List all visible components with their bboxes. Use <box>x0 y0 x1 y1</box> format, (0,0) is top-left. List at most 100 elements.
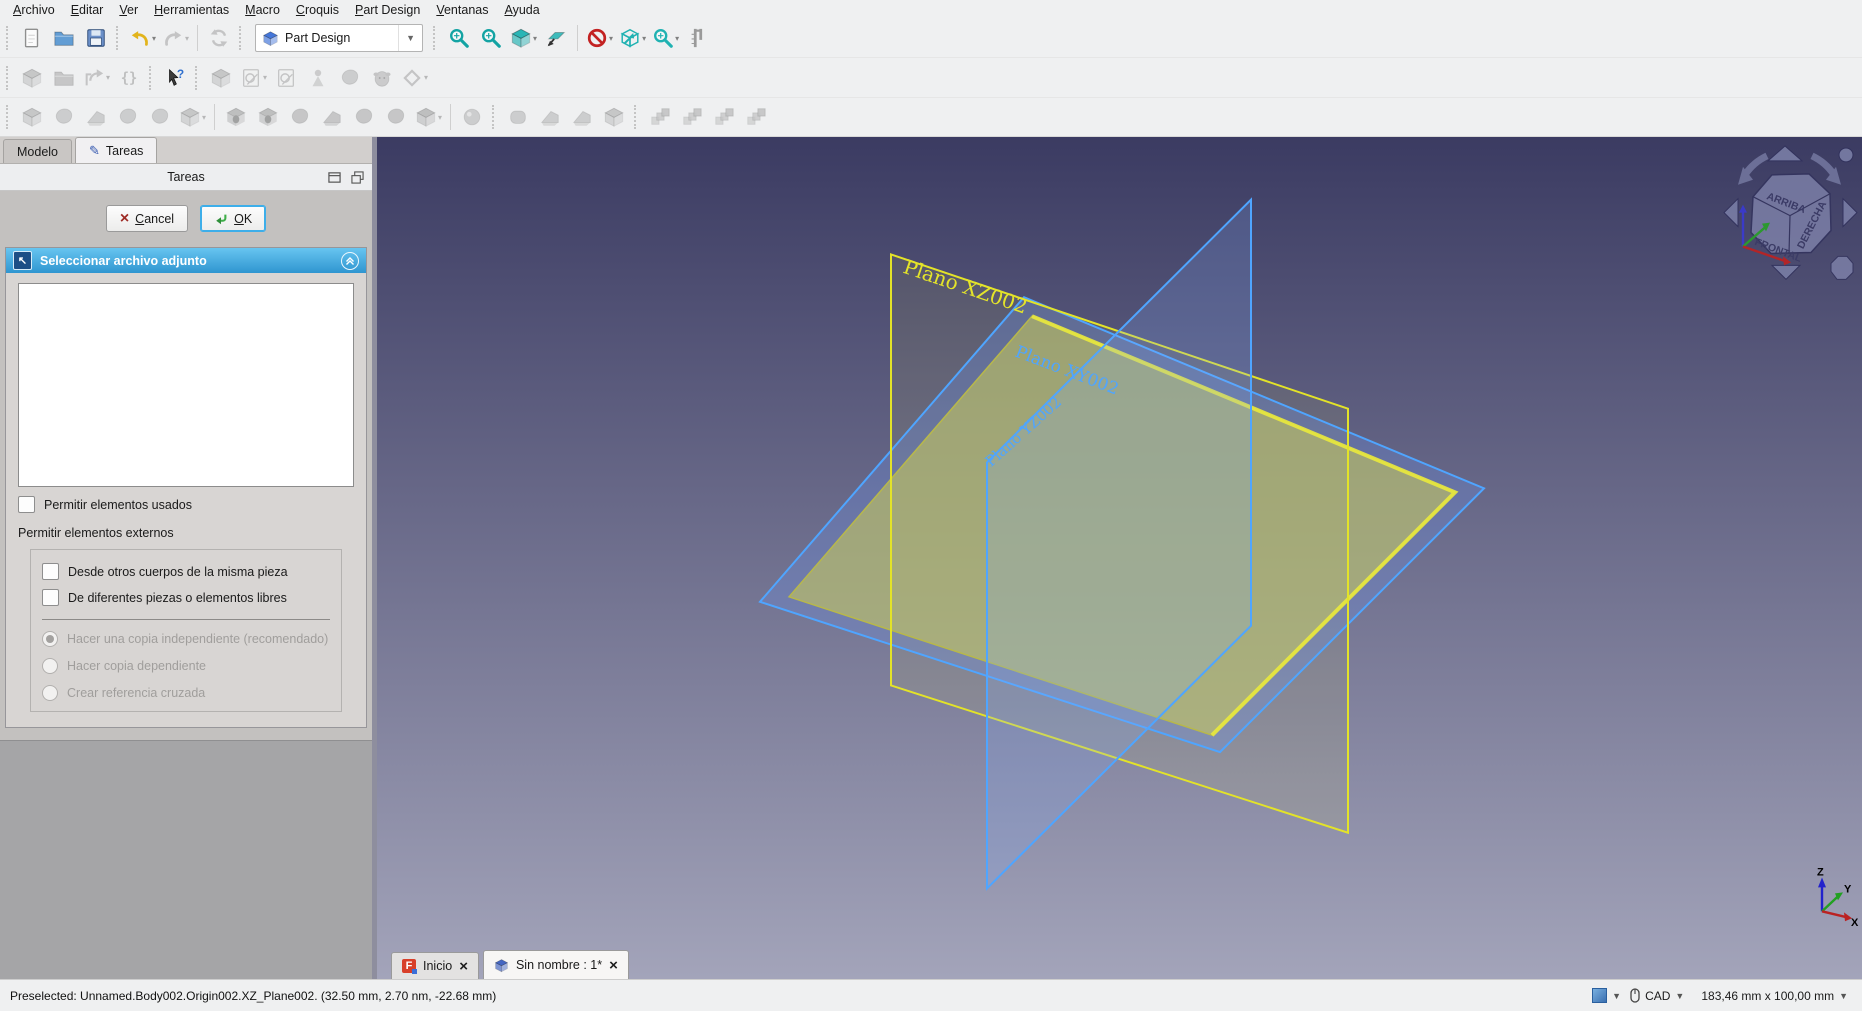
thickness-button[interactable]: ▾ <box>599 102 629 132</box>
pad-button[interactable]: ▾ <box>17 102 47 132</box>
draw-style-button[interactable]: ▾ <box>584 23 615 53</box>
dropdown-caret-icon[interactable]: ▾ <box>106 73 110 82</box>
attachment-dialog-header[interactable]: ↖ Seleccionar archivo adjunto <box>6 248 366 273</box>
close-tab-icon[interactable]: × <box>609 958 618 973</box>
polar-pattern-button[interactable]: ▾ <box>709 102 739 132</box>
additive-helix-button[interactable]: ▾ <box>145 102 175 132</box>
doc-tab-sin-nombre[interactable]: Sin nombre : 1* × <box>482 950 629 979</box>
linear-pattern-button[interactable]: ▾ <box>677 102 707 132</box>
subtractive-helix-button[interactable]: ▾ <box>381 102 411 132</box>
revolution-button[interactable]: ▾ <box>49 102 79 132</box>
menu-ver[interactable]: Ver <box>111 2 146 18</box>
collapse-section-icon[interactable] <box>341 251 359 270</box>
checkbox-icon[interactable] <box>42 563 59 580</box>
part-document-button[interactable]: ▾ <box>17 63 47 93</box>
multitransform-button[interactable]: ▾ <box>741 102 771 132</box>
zoom-selection-button[interactable]: ▾ <box>476 23 506 53</box>
dropdown-caret-icon[interactable]: ▾ <box>202 113 206 122</box>
checkbox-icon[interactable] <box>18 496 35 513</box>
panel-tab-modelo[interactable]: Modelo <box>3 139 72 163</box>
redo-button[interactable]: ▾ <box>160 23 191 53</box>
additive-loft-button[interactable]: ▾ <box>81 102 111 132</box>
standard-views-button[interactable]: ▾ <box>508 23 539 53</box>
close-tab-icon[interactable]: × <box>459 959 468 974</box>
copy-option-radio[interactable]: Hacer una copia independiente (recomenda… <box>42 631 330 647</box>
cancel-button[interactable]: × Cancel <box>105 205 189 232</box>
additive-primitive-button[interactable]: ▾ <box>177 102 208 132</box>
mirrored-button[interactable]: ▾ <box>645 102 675 132</box>
whats-this-button[interactable]: ▾ <box>160 63 190 93</box>
view-dimensions-selector[interactable]: 183,46 mm x 100,00 mm ▼ <box>1701 989 1848 1003</box>
dropdown-caret-icon[interactable]: ▼ <box>1839 991 1848 1001</box>
dropdown-caret-icon[interactable]: ▼ <box>1675 991 1684 1001</box>
copy-option-radio[interactable]: Hacer copia dependiente <box>42 658 330 674</box>
dropdown-caret-icon[interactable]: ▼ <box>1612 991 1621 1001</box>
dropdown-caret-icon[interactable]: ▾ <box>533 34 537 43</box>
copy-option-radio[interactable]: Crear referencia cruzada <box>42 685 330 701</box>
export-button[interactable]: ▾ <box>81 63 112 93</box>
nav-circle-icon[interactable] <box>1838 147 1854 163</box>
clone-button[interactable]: ▾ <box>367 63 397 93</box>
create-body-button[interactable]: ▾ <box>206 63 236 93</box>
create-sketch-button[interactable]: ▾ <box>238 63 269 93</box>
menu-archivo[interactable]: Archivo <box>5 2 63 18</box>
nav-small-cube-icon[interactable] <box>1830 255 1854 280</box>
expressions-button[interactable]: ▾ <box>114 63 144 93</box>
hole-button[interactable]: ▾ <box>253 102 283 132</box>
dock-panel-icon[interactable] <box>328 171 341 184</box>
datum-plane-button[interactable]: ▾ <box>399 63 430 93</box>
same-part-checkbox-row[interactable]: Desde otros cuerpos de la misma pieza <box>42 563 330 580</box>
3d-viewport[interactable]: Plano XZ002 Plano XY002 Plano YZ002 ARRI… <box>377 137 1862 979</box>
3d-scene[interactable]: Plano XZ002 Plano XY002 Plano YZ002 ARRI… <box>377 137 1862 979</box>
navigation-style-selector[interactable]: CAD ▼ <box>1630 988 1684 1003</box>
dropdown-caret-icon[interactable]: ▾ <box>185 34 189 43</box>
additive-pipe-button[interactable]: ▾ <box>113 102 143 132</box>
subtractive-pipe-button[interactable]: ▾ <box>349 102 379 132</box>
dropdown-caret-icon[interactable]: ▾ <box>424 73 428 82</box>
ok-button[interactable]: OK <box>200 205 267 232</box>
draft-button[interactable]: ▾ <box>567 102 597 132</box>
open-document-button[interactable]: ▾ <box>49 23 79 53</box>
edit-sketch-button[interactable]: ▾ <box>271 63 301 93</box>
zoom-fit-all-button[interactable]: ▾ <box>444 23 474 53</box>
panel-tab-tareas[interactable]: ✎ Tareas <box>75 137 158 163</box>
undo-button[interactable]: ▾ <box>127 23 158 53</box>
free-elements-checkbox-row[interactable]: De diferentes piezas o elementos libres <box>42 589 330 606</box>
menu-macro[interactable]: Macro <box>237 2 288 18</box>
doc-tab-inicio[interactable]: F Inicio × <box>391 952 479 979</box>
menu-editar[interactable]: Editar <box>63 2 112 18</box>
measure-button[interactable]: ▾ <box>683 23 713 53</box>
dropdown-caret-icon[interactable]: ▾ <box>438 113 442 122</box>
subtractive-primitive-button[interactable]: ▾ <box>413 102 444 132</box>
radio-icon[interactable] <box>42 631 58 647</box>
menu-ayuda[interactable]: Ayuda <box>496 2 547 18</box>
render-style-selector[interactable]: ▼ <box>1592 988 1621 1003</box>
map-sketch-button[interactable]: ▾ <box>335 63 365 93</box>
dropdown-caret-icon[interactable]: ▾ <box>675 34 679 43</box>
menu-part-design[interactable]: Part Design <box>347 2 428 18</box>
workbench-selector[interactable]: Part Design ▼ <box>255 24 424 52</box>
align-view-button[interactable]: ▾ <box>541 23 571 53</box>
save-document-button[interactable]: ▾ <box>81 23 111 53</box>
attachment-options-list[interactable] <box>18 283 354 487</box>
pocket-button[interactable]: ▾ <box>221 102 251 132</box>
checkbox-icon[interactable] <box>42 589 59 606</box>
workbench-dropdown-caret-icon[interactable]: ▼ <box>398 25 422 51</box>
fillet-button[interactable]: ▾ <box>503 102 533 132</box>
dropdown-caret-icon[interactable]: ▾ <box>642 34 646 43</box>
new-document-button[interactable]: ▾ <box>17 23 47 53</box>
group-button[interactable]: ▾ <box>49 63 79 93</box>
float-panel-icon[interactable] <box>351 170 364 184</box>
subtractive-loft-button[interactable]: ▾ <box>317 102 347 132</box>
allow-used-checkbox-row[interactable]: Permitir elementos usados <box>18 496 354 513</box>
menu-croquis[interactable]: Croquis <box>288 2 347 18</box>
radio-icon[interactable] <box>42 658 58 674</box>
clipping-plane-button[interactable]: ▾ <box>617 23 648 53</box>
boolean-button[interactable]: ▾ <box>457 102 487 132</box>
view-sync-button[interactable]: ▾ <box>650 23 681 53</box>
menu-herramientas[interactable]: Herramientas <box>146 2 237 18</box>
radio-icon[interactable] <box>42 685 58 701</box>
create-datum-button[interactable]: ▾ <box>303 63 333 93</box>
dropdown-caret-icon[interactable]: ▾ <box>263 73 267 82</box>
refresh-button[interactable]: ▾ <box>204 23 234 53</box>
